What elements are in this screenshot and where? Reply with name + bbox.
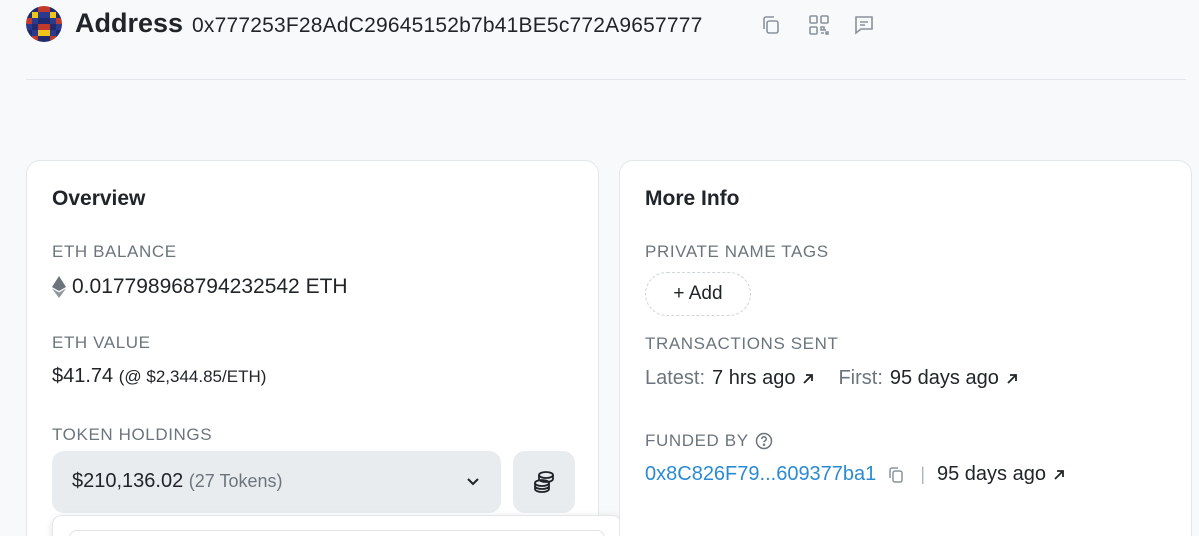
arrow-up-right-icon[interactable] — [800, 371, 816, 387]
more-info-card: More Info PRIVATE NAME TAGS + Add TRANSA… — [619, 160, 1192, 536]
address-hash: 0x777253F28AdC29645152b7b41BE5c772A96577… — [192, 14, 703, 37]
token-dropdown-panel — [52, 515, 622, 536]
qr-code-icon[interactable] — [807, 13, 831, 37]
eth-value-row: $41.74 (@ $2,344.85/ETH) — [52, 365, 266, 388]
eth-value-amount: $41.74 — [52, 365, 114, 387]
eth-rate: (@ $2,344.85/ETH) — [118, 367, 267, 386]
transactions-sent-row: Latest: 7 hrs ago First: 95 days ago — [645, 367, 1020, 390]
page-title: Address — [75, 8, 184, 38]
separator: | — [920, 464, 925, 484]
eth-balance-value: 0.017798968794232542 ETH — [72, 275, 348, 298]
coins-stack-icon — [534, 471, 554, 493]
latest-label: Latest: — [645, 367, 706, 389]
first-label: First: — [838, 367, 883, 389]
more-info-title: More Info — [645, 187, 740, 210]
eth-balance-label: ETH BALANCE — [52, 242, 177, 261]
token-count: (27 Tokens) — [188, 471, 283, 491]
funded-by-row: 0x8C826F79...609377ba1 | 95 days ago — [645, 463, 1067, 486]
help-circle-icon[interactable] — [755, 432, 773, 450]
funded-age-link[interactable]: 95 days ago — [937, 463, 1046, 486]
page-header — [26, 0, 1186, 80]
token-holdings-label: TOKEN HOLDINGS — [52, 425, 213, 444]
token-holdings-dropdown[interactable]: $210,136.02 (27 Tokens) — [52, 451, 501, 513]
comment-icon[interactable] — [852, 13, 876, 37]
transactions-sent-label: TRANSACTIONS SENT — [645, 334, 839, 353]
token-holdings-summary: $210,136.02 (27 Tokens) — [72, 470, 283, 493]
overview-card: Overview ETH BALANCE 0.01779896879423254… — [26, 160, 599, 536]
address-avatar — [26, 6, 62, 42]
funded-by-label-row: FUNDED BY — [645, 431, 773, 451]
first-tx-link[interactable]: 95 days ago — [890, 367, 999, 390]
add-name-tag-button[interactable]: + Add — [645, 272, 751, 316]
arrow-up-right-icon[interactable] — [1004, 371, 1020, 387]
eth-value-label: ETH VALUE — [52, 333, 151, 352]
copy-icon[interactable] — [886, 465, 906, 485]
token-search-input[interactable] — [69, 530, 605, 536]
private-name-tags-label: PRIVATE NAME TAGS — [645, 242, 829, 261]
eth-balance-row: 0.017798968794232542 ETH — [52, 275, 348, 299]
latest-tx-link[interactable]: 7 hrs ago — [712, 367, 795, 390]
copy-icon[interactable] — [759, 13, 783, 37]
token-amount: $210,136.02 — [72, 470, 184, 492]
funded-by-address-link[interactable]: 0x8C826F79...609377ba1 — [645, 463, 876, 486]
token-holdings-button[interactable] — [513, 451, 575, 513]
funded-by-label: FUNDED BY — [645, 431, 749, 450]
ethereum-icon — [52, 276, 66, 298]
arrow-up-right-icon[interactable] — [1051, 467, 1067, 483]
chevron-down-icon — [467, 478, 479, 486]
overview-title: Overview — [52, 187, 146, 210]
